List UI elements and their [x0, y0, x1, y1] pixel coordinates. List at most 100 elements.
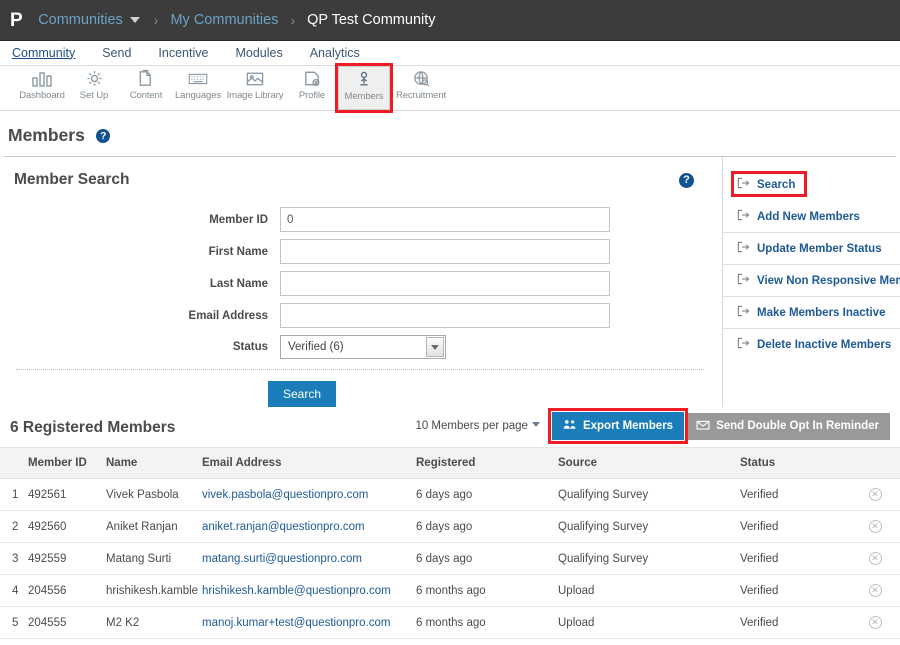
- action-label-update-member-status[interactable]: Update Member Status: [757, 243, 882, 255]
- chevron-down-icon[interactable]: [532, 422, 540, 427]
- email-link[interactable]: aniket.ranjan@questionpro.com: [202, 521, 365, 533]
- per-page-selector[interactable]: 10 Members per page: [415, 420, 540, 432]
- cell-actions: ✕: [850, 543, 900, 575]
- remove-member-icon[interactable]: ✕: [869, 552, 882, 565]
- tab-community[interactable]: Community: [12, 46, 75, 61]
- tab-modules[interactable]: Modules: [235, 46, 282, 61]
- tab-analytics[interactable]: Analytics: [310, 46, 360, 61]
- per-page-label: 10 Members per page: [415, 420, 528, 432]
- email-link[interactable]: vivek.pasbola@questionpro.com: [202, 489, 368, 501]
- chevron-down-icon[interactable]: [130, 17, 140, 23]
- table-row[interactable]: 5 204555 M2 K2 manoj.kumar+test@question…: [0, 607, 900, 639]
- action-label-delete-inactive-members[interactable]: Delete Inactive Members: [757, 339, 891, 351]
- action-label-view-non-responsive-members[interactable]: View Non Responsive Members: [757, 275, 900, 287]
- action-label-add-new-members[interactable]: Add New Members: [757, 211, 860, 223]
- remove-member-icon[interactable]: ✕: [869, 584, 882, 597]
- table-row[interactable]: 2 492560 Aniket Ranjan aniket.ranjan@que…: [0, 511, 900, 543]
- status-select-chevron-down-icon[interactable]: [426, 337, 444, 357]
- toolbar-label-dashboard: Dashboard: [19, 90, 65, 101]
- toolbar-item-image-library[interactable]: Image Library: [224, 66, 286, 110]
- toolbar-label-profile: Profile: [299, 90, 325, 101]
- action-item-add-new-members[interactable]: Add New Members: [723, 201, 900, 233]
- send-double-opt-in-reminder-button[interactable]: Send Double Opt In Reminder: [685, 413, 890, 440]
- member-id-input[interactable]: [280, 207, 610, 232]
- cell-index: 6: [0, 639, 28, 645]
- cell-name: M2 K2: [106, 607, 202, 639]
- toolbar-item-profile[interactable]: Profile: [286, 66, 338, 110]
- column-header-name: Name: [106, 448, 202, 479]
- table-row[interactable]: 1 492561 Vivek Pasbola vivek.pasbola@que…: [0, 479, 900, 511]
- cell-name: Matang Surti: [106, 543, 202, 575]
- last-name-input[interactable]: [280, 271, 610, 296]
- toolbar-item-languages[interactable]: Languages: [172, 66, 224, 110]
- cell-registered: 6 months ago: [416, 607, 558, 639]
- action-item-search[interactable]: Search: [723, 169, 900, 201]
- remove-member-icon[interactable]: ✕: [869, 488, 882, 501]
- cell-source: Upload: [558, 639, 740, 645]
- cell-member-id: 492560: [28, 511, 106, 543]
- cell-email: manoj.kumar+test@questionpro.com: [202, 607, 416, 639]
- cell-name: Vivek Pasbola: [106, 479, 202, 511]
- label-email-address: Email Address: [8, 310, 280, 322]
- cell-source: Qualifying Survey: [558, 543, 740, 575]
- cell-registered: 6 days ago: [416, 479, 558, 511]
- table-row[interactable]: 4 204556 hrishikesh.kamble hrishikesh.ka…: [0, 575, 900, 607]
- breadcrumb-my-communities[interactable]: My Communities: [170, 12, 278, 28]
- email-link[interactable]: hrishikesh.kamble@questionpro.com: [202, 585, 391, 597]
- send-double-opt-in-reminder-label: Send Double Opt In Reminder: [716, 420, 879, 432]
- cell-actions: ✕: [850, 479, 900, 511]
- toolbar-item-members[interactable]: Members: [338, 66, 390, 110]
- cell-member-id: 204555: [28, 607, 106, 639]
- action-label-make-members-inactive[interactable]: Make Members Inactive: [757, 307, 885, 319]
- cell-email: aniket.ranjan@questionpro.com: [202, 511, 416, 543]
- field-row-first-name: First Name: [8, 239, 714, 264]
- toolbar-label-content: Content: [130, 90, 163, 101]
- status-badge: Verified: [740, 639, 850, 645]
- search-button[interactable]: Search: [268, 381, 336, 407]
- remove-member-icon[interactable]: ✕: [869, 616, 882, 629]
- status-badge: Verified: [740, 543, 850, 575]
- cell-email: matang.surti@questionpro.com: [202, 543, 416, 575]
- search-button-row: Search: [0, 370, 714, 407]
- column-header-index: [0, 448, 28, 479]
- remove-member-icon[interactable]: ✕: [869, 520, 882, 533]
- cell-registered: 6 months ago: [416, 575, 558, 607]
- cell-source: Upload: [558, 607, 740, 639]
- toolbar-label-members: Members: [345, 91, 384, 102]
- table-row[interactable]: 3 492559 Matang Surti matang.surti@quest…: [0, 543, 900, 575]
- bar-chart-icon: [31, 69, 53, 88]
- first-name-input[interactable]: [280, 239, 610, 264]
- cell-email: vivek.pasbola@questionpro.com: [202, 479, 416, 511]
- cell-registered: 6 days ago: [416, 511, 558, 543]
- column-header-member-id: Member ID: [28, 448, 106, 479]
- table-row[interactable]: 6 204554 Manoj Kumar manoj.kumar@questio…: [0, 639, 900, 645]
- cell-source: Upload: [558, 575, 740, 607]
- cell-email: manoj.kumar@questionpro.com: [202, 639, 416, 645]
- members-table-body: 1 492561 Vivek Pasbola vivek.pasbola@que…: [0, 479, 900, 645]
- toolbar-item-dashboard[interactable]: Dashboard: [16, 66, 68, 110]
- cell-index: 2: [0, 511, 28, 543]
- email-link[interactable]: matang.surti@questionpro.com: [202, 553, 362, 565]
- help-icon[interactable]: ?: [96, 129, 110, 143]
- profile-card-icon: [302, 69, 323, 88]
- cell-index: 4: [0, 575, 28, 607]
- breadcrumb-current: QP Test Community: [307, 12, 435, 28]
- toolbar-item-recruitment[interactable]: Recruitment: [390, 66, 452, 110]
- toolbar-item-setup[interactable]: Set Up: [68, 66, 120, 110]
- action-item-delete-inactive-members[interactable]: Delete Inactive Members: [723, 329, 900, 361]
- tab-incentive[interactable]: Incentive: [158, 46, 208, 61]
- toolbar-item-content[interactable]: Content: [120, 66, 172, 110]
- breadcrumb-communities[interactable]: Communities: [38, 12, 123, 28]
- members-table: Member ID Name Email Address Registered …: [0, 447, 900, 645]
- email-address-input[interactable]: [280, 303, 610, 328]
- email-link[interactable]: manoj.kumar+test@questionpro.com: [202, 617, 390, 629]
- status-select[interactable]: Verified (6): [280, 335, 446, 359]
- action-item-make-members-inactive[interactable]: Make Members Inactive: [723, 297, 900, 329]
- member-search-help-icon[interactable]: ?: [679, 173, 694, 188]
- action-label-search[interactable]: Search: [757, 179, 795, 191]
- action-item-view-non-responsive-members[interactable]: View Non Responsive Members: [723, 265, 900, 297]
- action-item-update-member-status[interactable]: Update Member Status: [723, 233, 900, 265]
- cell-member-id: 492561: [28, 479, 106, 511]
- tab-send[interactable]: Send: [102, 46, 131, 61]
- export-members-button[interactable]: Export Members: [552, 412, 684, 440]
